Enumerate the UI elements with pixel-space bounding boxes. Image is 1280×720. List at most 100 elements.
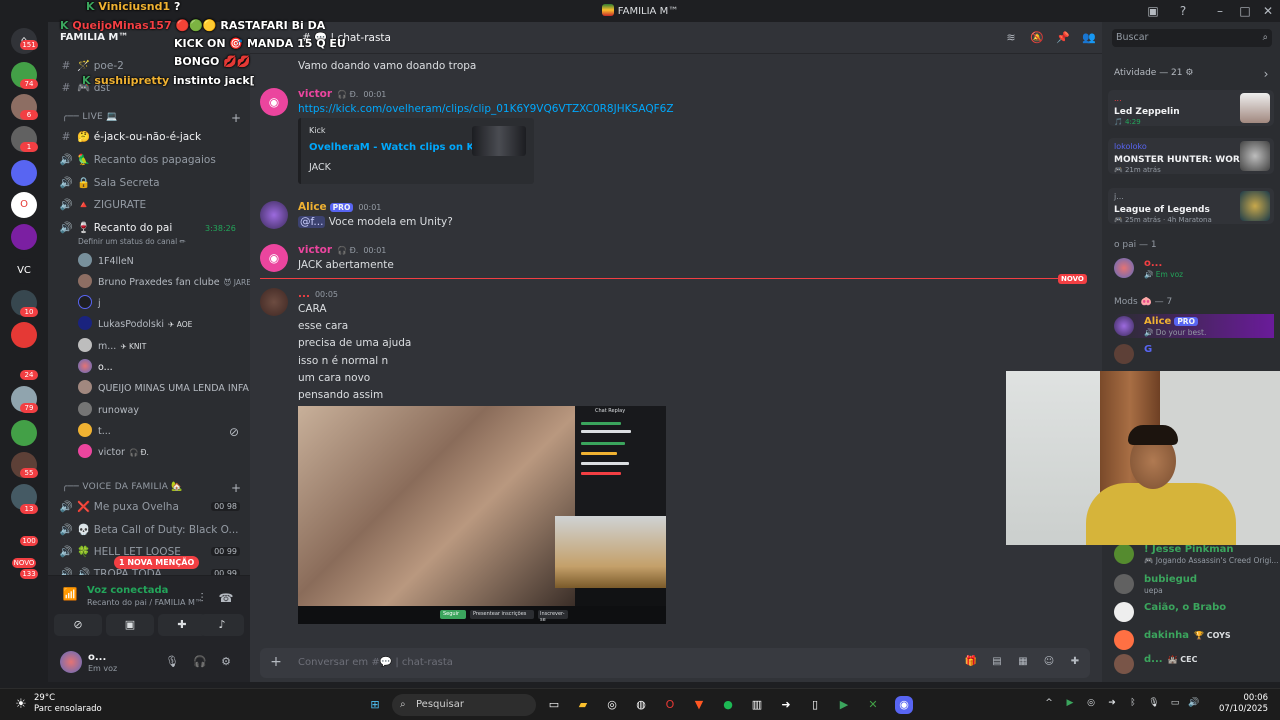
channel-zigurate[interactable]: 🔊 🔺 ZIGURATE: [58, 195, 244, 215]
category-live[interactable]: ╭── LIVE 💻: [62, 112, 118, 122]
brave-icon[interactable]: ▼: [690, 696, 708, 714]
category-voice[interactable]: ╭── VOICE DA FAMILIA 🏡: [62, 482, 183, 492]
signal-icon[interactable]: 📶: [62, 586, 78, 602]
noise-suppression-icon[interactable]: ⫶: [194, 590, 210, 606]
tray-app-icon[interactable]: ◎: [1085, 698, 1097, 712]
member-item[interactable]: ! Jesse Pinkman 🎮 Jogando Assassin's Cre…: [1114, 542, 1279, 566]
apps-icon[interactable]: ✚: [1068, 656, 1082, 670]
notifications-icon[interactable]: 🔕: [1030, 31, 1044, 45]
opera-gx-icon[interactable]: O: [661, 696, 679, 714]
activity-card[interactable]: lokoloko MONSTER HUNTER: WORLD 🎮 21m atr…: [1108, 138, 1274, 174]
discord-avatar[interactable]: ◉: [260, 244, 288, 272]
opera-server-icon[interactable]: O: [11, 192, 37, 218]
weather-widget[interactable]: 29°C Parc ensolarado: [34, 693, 102, 715]
image-attachment[interactable]: Chat Replay Seguir Presentear inscrições…: [298, 406, 666, 624]
screen-share-button[interactable]: ▣: [106, 614, 154, 636]
voice-user[interactable]: t...: [78, 422, 111, 442]
channel-e-jack[interactable]: # 🤔 é-jack-ou-não-é-jack: [58, 127, 244, 147]
mic-icon[interactable]: 🎙: [1148, 698, 1160, 712]
server-icon[interactable]: [11, 420, 37, 446]
minimize-icon[interactable]: –: [1212, 3, 1228, 19]
weather-icon[interactable]: ☀: [12, 696, 30, 714]
file-explorer-icon[interactable]: ▰: [574, 696, 592, 714]
add-channel-icon[interactable]: +: [228, 110, 244, 126]
discord-avatar[interactable]: ◉: [260, 88, 288, 116]
server-icon[interactable]: [11, 322, 37, 348]
pin-icon[interactable]: 📌: [1056, 31, 1070, 45]
search-input[interactable]: Buscar ⌕: [1112, 29, 1272, 47]
member-item[interactable]: bubiegud uepa: [1114, 572, 1274, 596]
avatar[interactable]: [260, 201, 288, 229]
members-icon[interactable]: 👥: [1082, 31, 1096, 45]
microphone-icon[interactable]: 🎙: [164, 655, 180, 671]
member-item[interactable]: G: [1114, 342, 1274, 366]
tray-app-icon[interactable]: ▶: [1064, 698, 1076, 712]
close-icon[interactable]: ✕: [1260, 3, 1276, 19]
voice-user[interactable]: m... ✈ KNIT: [78, 337, 146, 357]
message-composer[interactable]: + Conversar em #💬 | chat-rasta 🎁 ▤ ▦ ☺ ✚: [260, 648, 1090, 678]
voice-user[interactable]: o...: [78, 358, 113, 378]
task-view-icon[interactable]: ▭: [545, 696, 563, 714]
voice-user[interactable]: j: [78, 294, 101, 314]
message-author[interactable]: victor 🎧 Ð. 00:01: [298, 244, 386, 256]
channel-sala-secreta[interactable]: 🔊 🔒 Sala Secreta: [58, 173, 244, 193]
steam-icon[interactable]: ◎: [603, 696, 621, 714]
voice-user[interactable]: LukasPodolski ✈ AOE: [78, 315, 192, 335]
voice-location[interactable]: Recanto do pai / FAMILIA M™: [87, 598, 203, 607]
voice-user[interactable]: 1F4lleN: [78, 252, 134, 272]
sticker-icon[interactable]: ▦: [1016, 656, 1030, 670]
message-author[interactable]: victor 🎧 Ð. 00:01: [298, 88, 386, 100]
member-item[interactable]: o... 🔊 Em voz: [1114, 256, 1274, 280]
avatar[interactable]: [260, 288, 288, 316]
server-icon[interactable]: [11, 160, 37, 186]
gif-icon[interactable]: ▤: [990, 656, 1004, 670]
spotify-icon[interactable]: ●: [719, 696, 737, 714]
user-mention[interactable]: @f...: [298, 216, 326, 228]
headphones-icon[interactable]: 🎧: [192, 655, 208, 671]
bluetooth-icon[interactable]: ᛒ: [1127, 698, 1139, 712]
channel-recanto-papagaios[interactable]: 🔊 🦜 Recanto dos papagaios: [58, 150, 244, 170]
chevron-up-icon[interactable]: ^: [1043, 698, 1055, 712]
app-icon[interactable]: ▥: [748, 696, 766, 714]
activities-button[interactable]: ✚: [158, 614, 206, 636]
threads-icon[interactable]: ≋: [1004, 31, 1018, 45]
member-item[interactable]: d... 🏰 CEC: [1114, 652, 1274, 676]
member-item[interactable]: Alice PRO 🔊 Do your best.: [1114, 314, 1274, 338]
maximize-icon[interactable]: □: [1237, 3, 1253, 19]
set-status-hint[interactable]: Definir um status do canal ✏: [78, 237, 186, 246]
network-icon[interactable]: ▭: [1169, 698, 1181, 712]
voice-user[interactable]: runoway: [78, 401, 139, 421]
message-link[interactable]: https://kick.com/ovelheram/clips/clip_01…: [298, 103, 674, 115]
channel-beta-cod[interactable]: 🔊 💀 Beta Call of Duty: Black O...: [58, 520, 244, 540]
avatar[interactable]: [60, 651, 82, 673]
tray-app-icon[interactable]: ➜: [1106, 698, 1118, 712]
gear-icon[interactable]: ⚙: [218, 655, 234, 671]
file-icon[interactable]: ▯: [806, 696, 824, 714]
taskbar-search[interactable]: ⌕ Pesquisar: [392, 694, 536, 716]
discord-icon[interactable]: ◉: [895, 696, 913, 714]
gift-icon[interactable]: 🎁: [964, 656, 978, 670]
activity-card[interactable]: j... League of Legends 🎮 25m atrás · 4h …: [1108, 188, 1274, 224]
member-item[interactable]: dakinha 🏆 COYS: [1114, 628, 1274, 652]
volume-icon[interactable]: 🔊: [1188, 698, 1200, 712]
server-name[interactable]: FAMILIA M™: [60, 32, 128, 43]
emoji-icon[interactable]: ☺: [1042, 656, 1056, 670]
xbox-icon[interactable]: ✕: [864, 696, 882, 714]
voice-user[interactable]: victor 🎧 Ð.: [78, 443, 149, 463]
voice-user[interactable]: QUEIJO MINAS UMA LENDA INFA!: [78, 379, 250, 399]
server-icon[interactable]: [11, 224, 37, 250]
activity-card[interactable]: ... Led Zeppelin 🎵 4:29: [1108, 90, 1274, 126]
soundboard-button[interactable]: ♪: [200, 614, 244, 636]
camera-off-button[interactable]: ⊘: [54, 614, 102, 636]
inbox-icon[interactable]: ▣: [1145, 3, 1161, 19]
message-author[interactable]: ... 00:05: [298, 288, 338, 300]
attach-plus-icon[interactable]: +: [268, 654, 284, 670]
obs-icon[interactable]: ◍: [632, 696, 650, 714]
voice-user[interactable]: Bruno Praxedes fan clube 😈 JARE: [78, 273, 250, 293]
activity-header[interactable]: Atividade — 21 ⚙: [1114, 68, 1193, 78]
disconnect-icon[interactable]: ☎: [218, 590, 234, 606]
new-mention-pill[interactable]: 1 NOVA MENÇÃO: [114, 556, 200, 569]
clock[interactable]: 00:06 07/10/2025: [1208, 693, 1268, 715]
embed-title[interactable]: OvelheraM - Watch clips on Kick: [309, 142, 490, 153]
add-channel-icon[interactable]: +: [228, 480, 244, 496]
